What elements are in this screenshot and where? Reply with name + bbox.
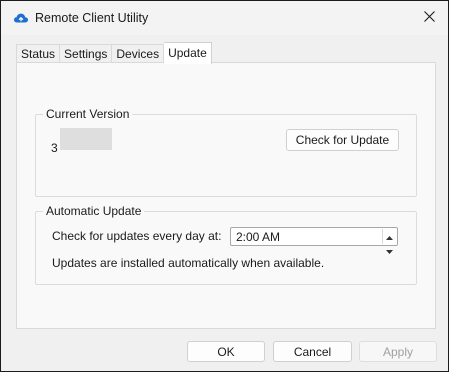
caret-down-icon [386, 243, 393, 257]
tab-devices[interactable]: Devices [112, 44, 165, 64]
spin-down-button[interactable] [383, 243, 396, 257]
apply-button[interactable]: Apply [359, 341, 437, 362]
check-for-update-button[interactable]: Check for Update [286, 129, 399, 151]
current-version-group: Current Version 3 Check for Update [35, 107, 417, 197]
tab-strip: Status Settings Devices Update [16, 42, 212, 64]
dialog-footer: OK Cancel Apply [1, 332, 448, 371]
close-button[interactable] [411, 4, 447, 32]
redacted-version-number [60, 128, 112, 150]
title-bar[interactable]: Remote Client Utility [1, 1, 448, 35]
cancel-button[interactable]: Cancel [273, 341, 352, 362]
dialog-window: Remote Client Utility Status Settings De… [0, 0, 449, 372]
tab-status[interactable]: Status [16, 44, 61, 64]
caret-up-icon [386, 229, 393, 243]
dialog-content: Status Settings Devices Update Current V… [10, 35, 439, 331]
update-time-value[interactable]: 2:00 AM [236, 230, 280, 244]
spin-up-button[interactable] [383, 229, 396, 243]
tab-update[interactable]: Update [164, 42, 212, 64]
schedule-label: Check for updates every day at: [52, 229, 222, 243]
window-title: Remote Client Utility [35, 11, 149, 25]
ok-button[interactable]: OK [187, 341, 265, 362]
current-version-group-label: Current Version [43, 107, 133, 121]
update-tab-panel: Current Version 3 Check for Update Autom… [16, 62, 436, 329]
version-value: 3 [51, 141, 58, 155]
close-icon [423, 11, 435, 25]
update-time-picker[interactable]: 2:00 AM [230, 227, 398, 254]
cloud-sync-icon [13, 11, 29, 25]
automatic-update-group-label: Automatic Update [43, 204, 145, 218]
time-spinner [382, 229, 396, 254]
automatic-update-group: Automatic Update Check for updates every… [35, 204, 417, 285]
auto-update-note: Updates are installed automatically when… [52, 256, 325, 270]
tab-settings[interactable]: Settings [60, 44, 113, 64]
